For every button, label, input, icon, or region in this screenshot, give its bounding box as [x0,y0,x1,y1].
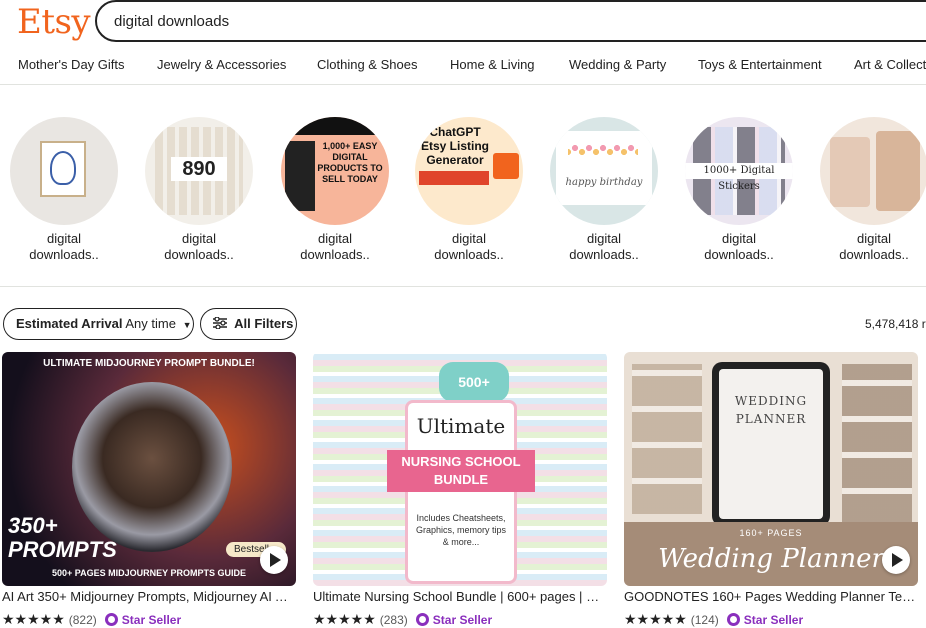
star-seller-icon [726,613,740,626]
listing-meta: ★★★★★ (283) Star Seller [313,611,607,628]
related-search-item[interactable]: happy birthday digital downloads.. [550,117,658,263]
related-search-item[interactable]: 1,000+ EASY DIGITAL PRODUCTS TO SELL TOD… [281,117,389,263]
all-filters-label: All Filters [234,316,294,331]
listing-image[interactable]: WEDDING PLANNER 160+ PAGES Wedding Plann… [624,352,918,586]
listing-image[interactable]: ULTIMATE MIDJOURNEY PROMPT BUNDLE! 350+ … [2,352,296,586]
play-video-icon[interactable] [882,546,910,574]
star-seller-label: Star Seller [432,612,493,627]
results-count: 5,478,418 r [865,317,926,331]
rating-stars-icon: ★★★★★ [313,611,376,627]
etsy-logo[interactable]: Etsy [17,2,91,42]
listing-meta: ★★★★★ (124) Star Seller [624,611,918,628]
listing-card[interactable]: ULTIMATE MIDJOURNEY PROMPT BUNDLE! 350+ … [2,352,296,628]
image-title-2: NURSING SCHOOL BUNDLE [387,450,535,492]
image-big-text: 350+ PROMPTS [8,513,117,562]
related-search-label-1: digital [318,231,352,246]
related-search-item[interactable]: 1000+ Digital Stickers digital downloads.… [685,117,793,263]
related-search-image: ChatGPT Etsy Listing Generator [415,117,523,225]
related-search-label-1: digital [452,231,486,246]
related-search-label-2: downloads.. [300,247,370,262]
listing-card[interactable]: WEDDING PLANNER 160+ PAGES Wedding Plann… [624,352,918,628]
category-toys[interactable]: Toys & Entertainment [698,57,822,72]
circle-image-text: happy birthday [565,177,643,188]
related-search-label-1: digital [587,231,621,246]
caret-down-icon: ▼ [182,320,192,330]
image-title-1: Ultimate [416,414,506,438]
image-tablet-text-1: WEDDING [734,394,808,408]
category-jewelry[interactable]: Jewelry & Accessories [157,57,286,72]
circle-image-text: ChatGPT Etsy Listing Generator [420,125,489,167]
listing-title[interactable]: AI Art 350+ Midjourney Prompts, Midjourn… [2,589,296,606]
related-search-label-1: digital [47,231,81,246]
related-search-image: 1,000+ EASY DIGITAL PRODUCTS TO SELL TOD… [281,117,389,225]
related-search-label-2: downloads.. [569,247,639,262]
category-clothing[interactable]: Clothing & Shoes [317,57,417,72]
category-wedding-party[interactable]: Wedding & Party [569,57,666,72]
play-video-icon[interactable] [260,546,288,574]
circle-image-text: 1,000+ EASY DIGITAL PRODUCTS TO SELL TOD… [317,141,383,184]
related-search-label-2: downloads.. [164,247,234,262]
image-sub-text: Includes Cheatsheets, Graphics, memory t… [415,513,507,547]
related-search-item[interactable]: ChatGPT Etsy Listing Generator digital do… [415,117,523,263]
circle-image-text: 890 [171,157,227,181]
section-divider [0,286,926,287]
header-divider [0,84,926,85]
image-badge-text: 500+ PAGES [439,362,509,430]
related-search-item[interactable]: digital downloads.. [10,117,118,263]
estimated-arrival-filter[interactable]: Estimated Arrival Any time ▼ [3,308,194,340]
search-input[interactable]: digital downloads [95,0,926,42]
related-search-label-2: downloads.. [29,247,99,262]
arrival-filter-value: Any time [125,316,176,331]
listing-title[interactable]: Ultimate Nursing School Bundle | 600+ pa… [313,589,607,606]
related-search-item[interactable]: digital downloads.. [820,117,926,263]
star-seller-label: Star Seller [743,612,804,627]
star-seller-label: Star Seller [121,612,182,627]
review-count: (124) [690,612,719,627]
related-search-label-2: downloads.. [434,247,504,262]
sliders-icon [213,316,227,330]
circle-image-text: 1000+ Digital Stickers [685,163,793,192]
related-search-image: 1000+ Digital Stickers [685,117,793,225]
related-search-label-1: digital [722,231,756,246]
all-filters-button[interactable]: All Filters [200,308,297,340]
image-small-text: 160+ PAGES [739,528,803,538]
listing-image[interactable]: 500+ PAGES Ultimate NURSING SCHOOL BUNDL… [313,352,607,586]
related-search-label-2: downloads.. [839,247,909,262]
listing-meta: ★★★★★ (822) Star Seller [2,611,296,628]
arrival-filter-label: Estimated Arrival [16,316,123,331]
category-mothers-day[interactable]: Mother's Day Gifts [18,57,125,72]
star-seller-icon [415,613,429,626]
image-script-text: Wedding Planner [658,544,884,574]
review-count: (822) [68,612,97,627]
star-seller-icon [104,613,118,626]
related-search-item[interactable]: 890 digital downloads.. [145,117,253,263]
search-value[interactable]: digital downloads [114,13,229,30]
related-search-label-1: digital [857,231,891,246]
listing-title[interactable]: GOODNOTES 160+ Pages Wedding Planner Tem… [624,589,918,606]
image-tablet-text-2: PLANNER [735,412,807,426]
category-art[interactable]: Art & Collectibles [854,57,926,72]
related-search-image [820,117,926,225]
category-home-living[interactable]: Home & Living [450,57,535,72]
image-bottom-text: 500+ PAGES MIDJOURNEY PROMPTS GUIDE [52,568,246,578]
listing-card[interactable]: 500+ PAGES Ultimate NURSING SCHOOL BUNDL… [313,352,607,628]
image-top-text: ULTIMATE MIDJOURNEY PROMPT BUNDLE! [43,358,255,369]
related-search-label-1: digital [182,231,216,246]
related-search-label-2: downloads.. [704,247,774,262]
related-search-image: 890 [145,117,253,225]
related-search-image: happy birthday [550,117,658,225]
rating-stars-icon: ★★★★★ [624,611,687,627]
review-count: (283) [379,612,408,627]
related-search-image [10,117,118,225]
rating-stars-icon: ★★★★★ [2,611,65,627]
category-nav: Mother's Day Gifts Jewelry & Accessories… [0,57,926,77]
